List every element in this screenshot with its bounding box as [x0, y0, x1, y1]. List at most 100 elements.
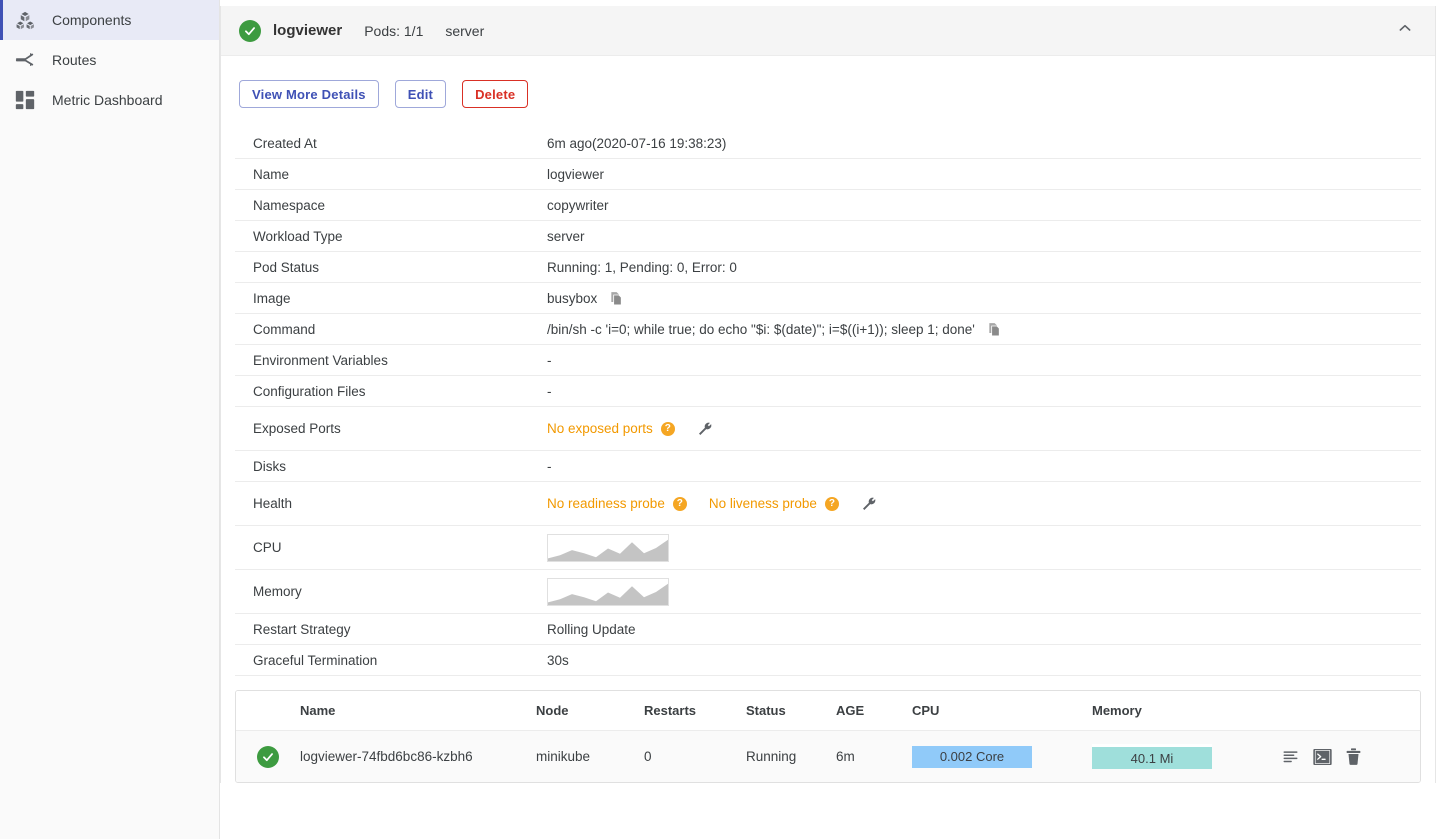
column-header-node: Node — [536, 703, 569, 718]
pod-status-value: Running: 1, Pending: 0, Error: 0 — [547, 259, 737, 275]
sidebar-item-metric-dashboard[interactable]: Metric Dashboard — [0, 80, 219, 120]
app-root: Components Routes Metric Dashboard logvi… — [0, 0, 1440, 839]
sidebar: Components Routes Metric Dashboard — [0, 0, 220, 839]
wrench-icon[interactable] — [697, 421, 713, 437]
command-value: /bin/sh -c 'i=0; while true; do echo "$i… — [547, 321, 975, 337]
sidebar-item-label: Routes — [52, 52, 97, 68]
detail-label: Pod Status — [253, 259, 320, 275]
main-content: logviewer Pods: 1/1 server View More Det… — [220, 0, 1440, 839]
pod-status-icon-cell — [236, 745, 300, 768]
table-row[interactable]: logviewer-74fbd6bc86-kzbh6 minikube 0 Ru… — [236, 731, 1420, 782]
log-icon[interactable] — [1282, 749, 1299, 764]
detail-label: Graceful Termination — [253, 652, 378, 668]
detail-value: - — [547, 384, 1421, 399]
detail-row-workload-type: Workload Type server — [235, 221, 1421, 252]
check-circle-icon — [257, 745, 279, 768]
no-liveness-probe-text: No liveness probe — [708, 496, 817, 511]
column-header-name: Name — [300, 703, 336, 718]
trash-icon[interactable] — [1346, 748, 1361, 765]
detail-label: Created At — [253, 135, 317, 151]
detail-row-name: Name logviewer — [235, 159, 1421, 190]
pod-name: logviewer-74fbd6bc86-kzbh6 — [300, 749, 473, 764]
restart-strategy-value: Rolling Update — [547, 621, 636, 637]
terminal-icon[interactable] — [1313, 748, 1332, 765]
pods-table-header: Name Node Restarts Status AGE CPU Memory — [236, 691, 1420, 731]
no-exposed-ports-text: No exposed ports — [547, 421, 653, 436]
detail-label: Environment Variables — [253, 352, 388, 368]
pods-count: Pods: 1/1 — [364, 22, 424, 39]
sidebar-item-routes[interactable]: Routes — [0, 40, 219, 80]
detail-row-environment-variables: Environment Variables - — [235, 345, 1421, 376]
detail-label: Configuration Files — [253, 383, 366, 399]
detail-label: Memory — [253, 584, 302, 599]
detail-row-created-at: Created At 6m ago(2020-07-16 19:38:23) — [235, 128, 1421, 159]
workload-type-value: server — [547, 228, 585, 244]
column-header-restarts: Restarts — [644, 703, 697, 718]
detail-value: - — [547, 459, 1421, 474]
column-header-cpu: CPU — [912, 703, 940, 718]
detail-row-memory: Memory — [235, 570, 1421, 614]
card-header: logviewer Pods: 1/1 server — [221, 6, 1435, 56]
details-list: Created At 6m ago(2020-07-16 19:38:23) N… — [235, 128, 1421, 676]
memory-sparkline-chart — [547, 577, 669, 606]
edit-button[interactable]: Edit — [394, 80, 447, 108]
column-header-memory: Memory — [1092, 703, 1142, 718]
detail-row-graceful-termination: Graceful Termination 30s — [235, 645, 1421, 676]
column-header-status: Status — [746, 703, 786, 718]
pod-status: Running — [746, 749, 797, 764]
delete-button[interactable]: Delete — [462, 80, 529, 108]
detail-label: Exposed Ports — [253, 421, 341, 436]
detail-label: Name — [253, 166, 290, 182]
detail-label: Image — [253, 290, 291, 306]
detail-row-pod-status: Pod Status Running: 1, Pending: 0, Error… — [235, 252, 1421, 283]
detail-row-exposed-ports: Exposed Ports No exposed ports ? — [235, 407, 1421, 451]
detail-label: Health — [253, 496, 293, 511]
detail-label: Restart Strategy — [253, 621, 351, 637]
view-more-details-button[interactable]: View More Details — [239, 80, 379, 108]
name-value: logviewer — [547, 166, 605, 182]
check-circle-icon — [239, 19, 261, 42]
pod-age: 6m — [836, 749, 855, 764]
sidebar-item-components[interactable]: Components — [0, 0, 219, 40]
graceful-termination-value: 30s — [547, 652, 569, 668]
detail-row-command: Command /bin/sh -c 'i=0; while true; do … — [235, 314, 1421, 345]
detail-label: Namespace — [253, 197, 326, 213]
detail-label: CPU — [253, 540, 282, 555]
cpu-sparkline-chart — [547, 533, 669, 562]
detail-value: 30s — [547, 653, 1421, 668]
copy-icon[interactable] — [609, 291, 623, 306]
wrench-icon[interactable] — [861, 496, 877, 512]
cubes-icon — [14, 9, 36, 31]
detail-value: copywriter — [547, 198, 1421, 213]
copy-icon[interactable] — [987, 322, 1001, 337]
detail-row-image: Image busybox — [235, 283, 1421, 314]
namespace-value: copywriter — [547, 197, 609, 213]
detail-label: Workload Type — [253, 228, 343, 244]
detail-value: Rolling Update — [547, 622, 1421, 637]
sidebar-item-label: Metric Dashboard — [52, 92, 163, 108]
help-icon[interactable]: ? — [672, 496, 687, 511]
detail-value: server — [547, 229, 1421, 244]
column-header-age: AGE — [836, 703, 865, 718]
component-title: logviewer — [273, 22, 343, 39]
chevron-up-icon[interactable] — [1393, 14, 1417, 47]
detail-row-namespace: Namespace copywriter — [235, 190, 1421, 221]
detail-value: 6m ago(2020-07-16 19:38:23) — [547, 136, 1421, 151]
detail-value: Running: 1, Pending: 0, Error: 0 — [547, 260, 1421, 275]
help-icon[interactable]: ? — [660, 421, 675, 436]
pod-restarts: 0 — [644, 749, 652, 764]
detail-value — [547, 533, 1421, 562]
detail-value: /bin/sh -c 'i=0; while true; do echo "$i… — [547, 322, 1421, 337]
created-at-value: 6m ago(2020-07-16 19:38:23) — [547, 135, 727, 151]
detail-value: - — [547, 353, 1421, 368]
help-icon[interactable]: ? — [824, 496, 839, 511]
route-branch-icon — [14, 49, 36, 71]
pods-table: Name Node Restarts Status AGE CPU Memory — [235, 690, 1421, 783]
detail-row-configuration-files: Configuration Files - — [235, 376, 1421, 407]
detail-row-health: Health No readiness probe ? No liveness … — [235, 482, 1421, 526]
detail-value — [547, 577, 1421, 606]
component-card: logviewer Pods: 1/1 server View More Det… — [220, 6, 1436, 783]
image-value: busybox — [547, 290, 598, 306]
detail-row-cpu: CPU — [235, 526, 1421, 570]
detail-value: No readiness probe ? No liveness probe ? — [547, 496, 1421, 512]
